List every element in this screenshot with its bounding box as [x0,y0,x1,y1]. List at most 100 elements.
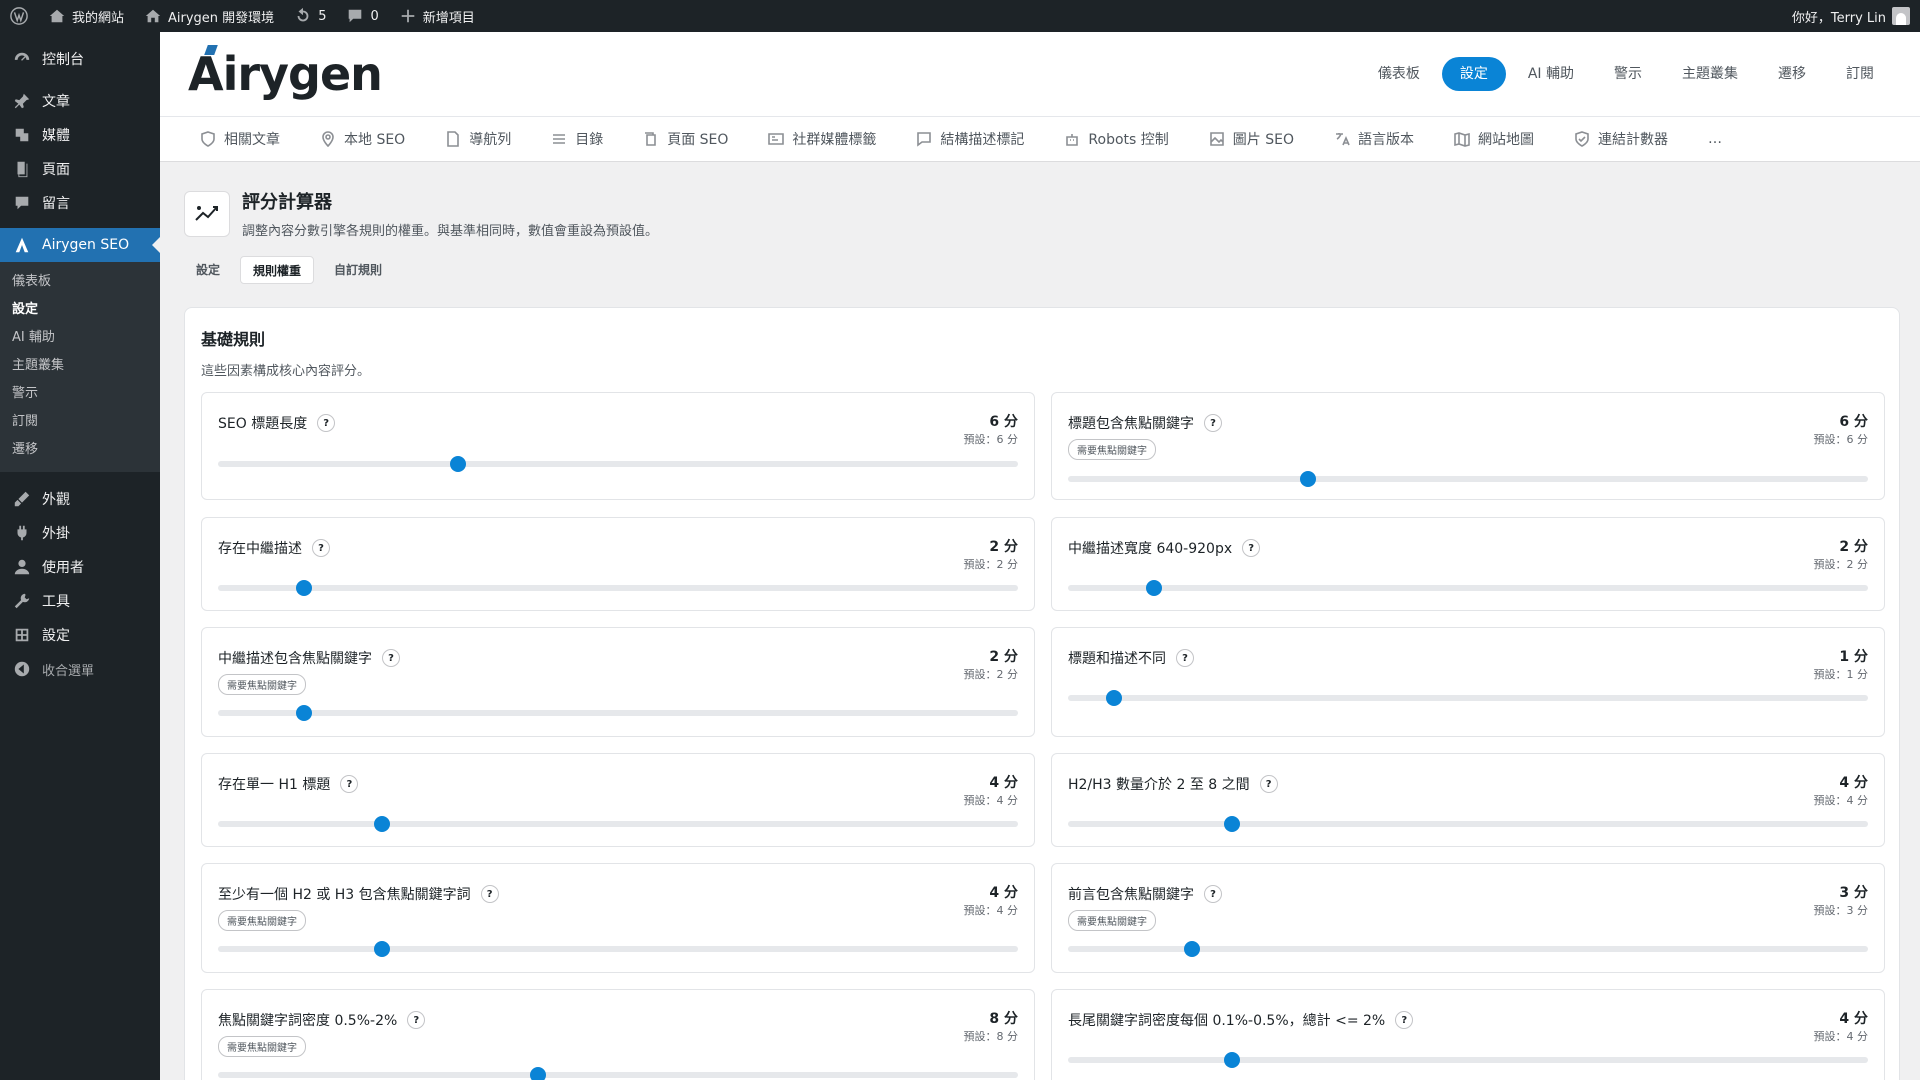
rule-default: 預設：4 分 [1813,794,1869,807]
page-tabs: 設定 規則權重 自訂規則 [184,256,394,284]
help-icon[interactable]: ? [1204,414,1222,432]
weight-slider[interactable] [1068,1052,1868,1068]
subnav-languages[interactable]: 語言版本 [1334,129,1414,149]
help-icon[interactable]: ? [340,775,359,793]
rule-default: 預設：2 分 [963,668,1019,681]
topnav-clusters[interactable]: 主題叢集 [1664,57,1756,91]
account-menu[interactable]: 你好，Terry Lin [1782,0,1920,32]
location-pin-icon [322,131,334,147]
collapse-icon [12,659,32,679]
slider-thumb[interactable] [450,456,466,472]
help-icon[interactable]: ? [312,539,330,557]
topnav-migration[interactable]: 遷移 [1760,57,1824,91]
tab-settings[interactable]: 設定 [184,256,232,284]
help-icon[interactable]: ? [480,885,499,903]
help-icon[interactable]: ? [1242,539,1261,557]
menu-users[interactable]: 使用者 [0,550,160,584]
menu-plugins[interactable]: 外掛 [0,516,160,550]
slider-thumb[interactable] [1300,471,1316,487]
tab-custom-rules[interactable]: 自訂規則 [322,256,394,284]
subnav-local-seo[interactable]: 本地 SEO [320,129,405,149]
slider-thumb[interactable] [374,941,390,957]
rule-title: SEO 標題長度 [218,416,308,432]
submenu-subscription[interactable]: 訂閱 [0,408,160,436]
new-item-link[interactable]: 新增項目 [389,0,485,32]
slider-thumb[interactable] [530,1067,546,1080]
subnav-breadcrumbs[interactable]: 導航列 [445,129,511,149]
tab-rule-weights[interactable]: 規則權重 [240,256,315,284]
topnav-dashboard[interactable]: 儀表板 [1360,57,1438,91]
subnav-related-posts[interactable]: 相關文章 [200,129,280,149]
subnav-page-seo[interactable]: 頁面 SEO [643,129,728,149]
help-icon[interactable]: ? [1259,775,1278,793]
help-icon[interactable]: ? [407,1011,426,1029]
subnav-link-counter[interactable]: 連結計數器 [1574,129,1668,149]
rule-default: 預設：6 分 [1813,433,1869,446]
submenu-migration[interactable]: 遷移 [0,436,160,464]
weight-slider[interactable] [218,456,1018,472]
slider-thumb[interactable] [1106,690,1123,706]
site-name-link[interactable]: 我的網站 [38,0,134,32]
rule-score: 4 分 [1839,1011,1868,1027]
menu-tools[interactable]: 工具 [0,584,160,618]
topnav-ai[interactable]: AI 輔助 [1510,57,1592,91]
menu-appearance[interactable]: 外觀 [0,482,160,516]
slider-thumb[interactable] [1224,816,1240,832]
subnav-schema[interactable]: 結構描述標記 [916,129,1024,149]
submenu-alerts[interactable]: 警示 [0,380,160,408]
slider-thumb[interactable] [1184,941,1200,957]
help-icon[interactable]: ? [382,649,400,667]
rule-card: 標題包含焦點關鍵字? 6 分 預設：6 分 需要焦點關鍵字 [1051,392,1885,500]
menu-posts[interactable]: 文章 [0,84,160,118]
help-icon[interactable]: ? [1204,885,1222,903]
subnav-robots[interactable]: Robots 控制 [1064,129,1169,149]
subnav-image-seo[interactable]: 圖片 SEO [1209,129,1294,149]
topnav-settings[interactable]: 設定 [1441,57,1506,91]
weight-slider[interactable] [1068,941,1868,957]
weight-slider[interactable] [1068,471,1868,487]
menu-dashboard[interactable]: 控制台 [0,42,160,76]
updates-link[interactable]: 5 [284,0,336,32]
weight-slider[interactable] [218,580,1018,596]
submenu-dashboard[interactable]: 儀表板 [0,268,160,296]
slider-thumb[interactable] [374,816,390,832]
weight-slider[interactable] [1068,690,1868,706]
weight-slider[interactable] [1068,580,1868,596]
menu-pages[interactable]: 頁面 [0,152,160,186]
topnav-subscription[interactable]: 訂閱 [1828,57,1892,91]
weight-slider[interactable] [218,705,1018,721]
submenu-ai[interactable]: AI 輔助 [0,324,160,352]
subnav-social[interactable]: 社群媒體標籤 [768,129,876,149]
help-icon[interactable]: ? [1176,649,1194,667]
weight-slider[interactable] [1068,816,1868,832]
help-icon[interactable]: ? [317,414,336,432]
env-link[interactable]: Airygen 開發環境 [134,0,284,32]
subnav-toc[interactable]: 目錄 [551,129,603,149]
slider-thumb[interactable] [295,580,312,596]
slider-thumb[interactable] [1224,1052,1240,1068]
weight-slider[interactable] [218,941,1018,957]
airygen-logo[interactable]: Airygen [188,45,383,101]
topnav-alerts[interactable]: 警示 [1596,57,1660,91]
help-icon[interactable]: ? [1395,1011,1414,1029]
slider-thumb[interactable] [1145,580,1162,596]
menu-settings[interactable]: 設定 [0,618,160,652]
rule-default: 預設：4 分 [1813,1030,1869,1043]
card-icon [768,133,785,145]
menu-collapse[interactable]: 收合選單 [0,652,160,686]
weight-slider[interactable] [218,1067,1018,1080]
subnav-more[interactable]: … [1708,131,1722,147]
subnav-sitemap[interactable]: 網站地圖 [1454,129,1534,149]
menu-media[interactable]: 媒體 [0,118,160,152]
slider-thumb[interactable] [295,705,312,721]
menu-comments[interactable]: 留言 [0,186,160,220]
settings-subnav: 相關文章 本地 SEO 導航列 目錄 頁面 SEO 社群媒體標籤 結構描述標記 … [160,116,1920,162]
menu-airygen-seo[interactable]: Airygen SEO [0,228,160,262]
submenu-settings[interactable]: 設定 [0,296,160,324]
wordpress-logo[interactable] [0,0,38,32]
submenu-clusters[interactable]: 主題叢集 [0,352,160,380]
weight-slider[interactable] [218,816,1018,832]
section-title: 基礎規則 [201,330,266,349]
comments-link[interactable]: 0 [336,0,388,32]
message-icon [917,132,932,147]
